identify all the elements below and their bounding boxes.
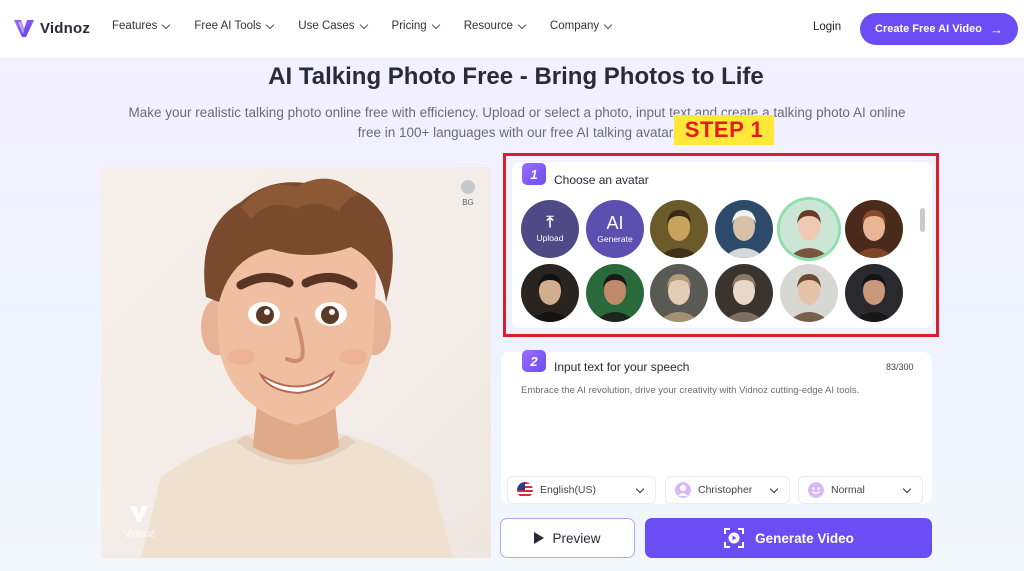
language-select[interactable]: English(US): [507, 476, 656, 504]
avatar-option-wonder-woman[interactable]: [845, 264, 903, 322]
play-icon: [534, 532, 545, 544]
menu-label: Resource: [463, 20, 513, 32]
voice-select[interactable]: Christopher: [665, 476, 790, 504]
speech-text-label: Input text for your speech: [554, 360, 690, 374]
avatar-option-frida[interactable]: [586, 264, 644, 322]
ai-icon: AI: [606, 213, 624, 233]
preview-button[interactable]: Preview: [500, 518, 635, 558]
choose-avatar-label: Choose an avatar: [554, 173, 649, 187]
avatar-option-lady-hat[interactable]: [650, 264, 708, 322]
avatar-portrait: [521, 264, 579, 322]
avatar-option-cartoon-man[interactable]: [780, 200, 838, 258]
speech-text-input[interactable]: Embrace the AI revolution, drive your cr…: [521, 383, 906, 398]
avatar-portrait: [715, 264, 773, 322]
step-number-2: 2: [522, 350, 546, 372]
menu-label: Use Cases: [298, 20, 355, 32]
avatar-portrait: [780, 264, 838, 322]
avatar-portrait: [715, 200, 773, 258]
generate-label: Generate Video: [755, 530, 854, 546]
step-1-annotation: STEP 1: [674, 115, 774, 145]
avatar-portrait: [650, 200, 708, 258]
video-generate-icon: [724, 528, 745, 548]
avatar-option-einstein[interactable]: [715, 200, 773, 258]
main-menu: Features Free AI Tools Use Cases Pricing…: [112, 20, 636, 32]
avatar-portrait: [845, 264, 903, 322]
chevron-down-icon: [769, 484, 779, 493]
character-counter: 83/300: [886, 362, 914, 372]
page-subtitle: Make your realistic talking photo online…: [128, 105, 906, 140]
voice-value: Christopher: [698, 484, 753, 496]
preview-label: Preview: [552, 530, 601, 546]
background-toggle[interactable]: BG: [456, 178, 480, 207]
avatar-option-shakespeare[interactable]: [521, 264, 579, 322]
menu-label: Free AI Tools: [194, 20, 262, 32]
cta-label: Create Free AI Video: [875, 23, 982, 35]
menu-label: Pricing: [391, 20, 427, 32]
generate-label: Generate: [597, 234, 633, 244]
chevron-down-icon: [902, 484, 912, 493]
us-flag-icon: [517, 482, 533, 498]
avatar-portrait: [845, 200, 903, 258]
avatar-option-young-man[interactable]: [780, 264, 838, 322]
bg-label: BG: [462, 198, 474, 207]
cartoon-man-portrait: [141, 178, 453, 558]
upload-avatar-button[interactable]: ⤒ Upload: [521, 200, 579, 258]
vidnoz-logo-icon: [14, 20, 34, 37]
avatar-list-scrollbar[interactable]: [920, 208, 925, 232]
menu-use-cases[interactable]: Use Cases: [298, 20, 368, 32]
vidnoz-watermark-icon: [130, 505, 149, 523]
upload-icon: ⤒: [546, 214, 554, 231]
menu-resource[interactable]: Resource: [463, 20, 527, 32]
watermark-text: Vidnoz: [124, 529, 155, 540]
generate-video-button[interactable]: Generate Video: [645, 518, 932, 558]
chevron-down-icon: [603, 20, 613, 29]
vidnoz-logo[interactable]: Vidnoz: [12, 16, 90, 40]
chevron-down-icon: [359, 20, 368, 29]
step-number-1: 1: [522, 163, 546, 185]
menu-label: Company: [549, 20, 600, 32]
emotion-select[interactable]: Normal: [798, 476, 923, 504]
chevron-down-icon: [266, 20, 275, 29]
bg-swatch-icon: [459, 178, 477, 196]
smiley-icon: [808, 482, 824, 498]
logo-text: Vidnoz: [40, 19, 91, 37]
menu-label: Features: [112, 20, 158, 32]
generate-avatar-button[interactable]: AI Generate: [586, 200, 644, 258]
avatar-option-victorian-lady[interactable]: [715, 264, 773, 322]
avatar-portrait: [586, 264, 644, 322]
login-link[interactable]: Login: [813, 21, 841, 33]
emotion-value: Normal: [831, 484, 865, 496]
arrow-right-icon: →: [990, 21, 1003, 37]
chevron-down-icon: [431, 20, 440, 29]
chevron-down-icon: [517, 20, 527, 29]
create-free-ai-video-button[interactable]: Create Free AI Video →: [860, 13, 1018, 45]
avatar-option-cartoon-woman[interactable]: [845, 200, 903, 258]
menu-free-ai-tools[interactable]: Free AI Tools: [194, 20, 275, 32]
upload-label: Upload: [536, 233, 564, 243]
avatar-portrait: [650, 264, 708, 322]
menu-company[interactable]: Company: [549, 20, 613, 32]
chevron-down-icon: [635, 484, 645, 493]
chevron-down-icon: [162, 20, 171, 29]
avatar-preview-panel: [101, 167, 491, 558]
menu-pricing[interactable]: Pricing: [391, 20, 440, 32]
language-value: English(US): [540, 484, 597, 496]
page-title: AI Talking Photo Free - Bring Photos to …: [268, 63, 764, 90]
avatar-portrait: [780, 200, 838, 258]
top-nav: Vidnoz Features Free AI Tools Use Cases …: [0, 0, 1024, 58]
menu-features[interactable]: Features: [112, 20, 171, 32]
person-icon: [675, 482, 691, 498]
avatar-option-mona-lisa[interactable]: [650, 200, 708, 258]
watermark: Vidnoz: [124, 504, 154, 540]
